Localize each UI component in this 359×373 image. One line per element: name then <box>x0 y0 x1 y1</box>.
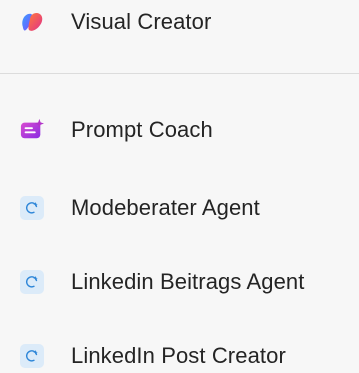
menu-item-prompt-coach[interactable]: Prompt Coach <box>20 110 213 150</box>
agent-icon <box>20 344 44 368</box>
menu-item-linkedin-post-creator[interactable]: LinkedIn Post Creator <box>20 336 286 373</box>
agent-menu: Visual Creator Prompt Coach Modeberater … <box>0 0 359 373</box>
menu-item-label: Modeberater Agent <box>71 195 260 220</box>
menu-item-label: LinkedIn Post Creator <box>71 343 286 368</box>
agent-icon <box>20 270 44 294</box>
visual-creator-icon <box>20 10 44 34</box>
agent-icon <box>20 196 44 220</box>
menu-item-visual-creator[interactable]: Visual Creator <box>20 2 211 42</box>
divider <box>0 73 359 74</box>
menu-item-label: Linkedin Beitrags Agent <box>71 269 305 294</box>
prompt-coach-icon <box>20 118 44 142</box>
menu-item-label: Visual Creator <box>71 9 212 34</box>
menu-item-linkedin-beitrags-agent[interactable]: Linkedin Beitrags Agent <box>20 262 304 302</box>
menu-item-modeberater-agent[interactable]: Modeberater Agent <box>20 188 260 228</box>
menu-item-label: Prompt Coach <box>71 117 213 142</box>
